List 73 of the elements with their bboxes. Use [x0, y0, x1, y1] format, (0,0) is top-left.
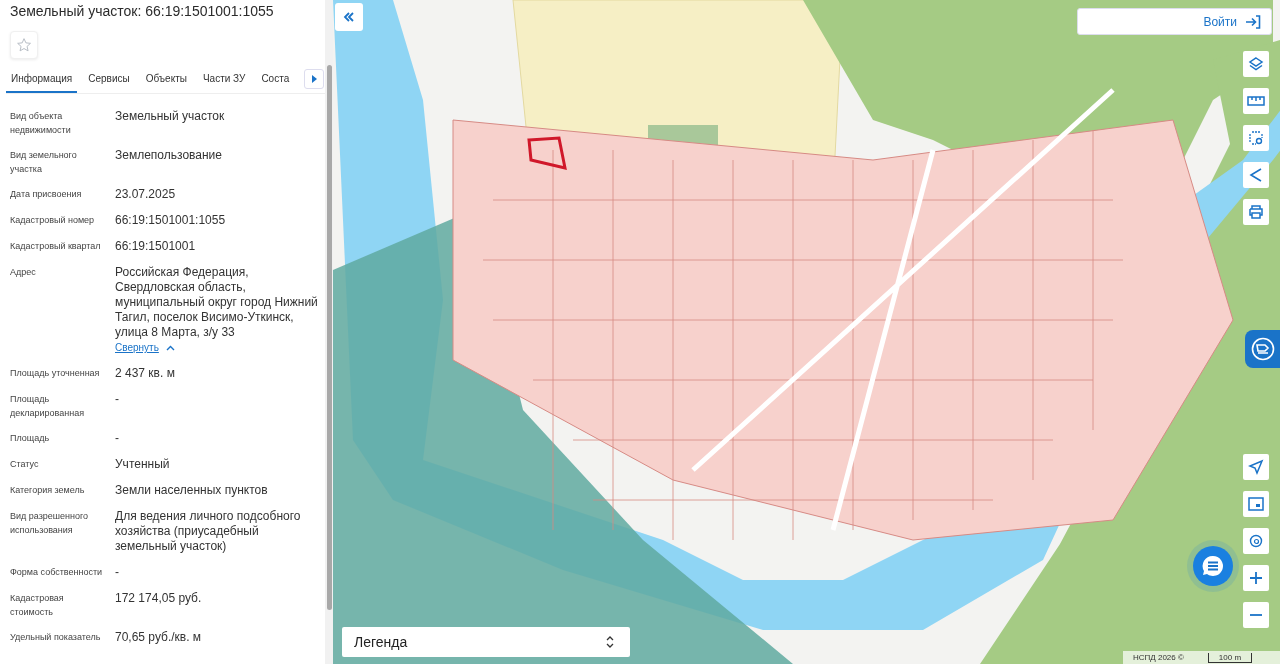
tab[interactable]: Сервисы — [83, 67, 135, 93]
ruler-button[interactable] — [1243, 88, 1269, 114]
share-button[interactable] — [1243, 162, 1269, 188]
chevron-up-icon — [165, 344, 175, 351]
scale-bar: 100 m — [1207, 652, 1253, 663]
tab[interactable]: Информация — [6, 67, 78, 93]
locate-button[interactable] — [1243, 454, 1269, 480]
chat-bubble-icon — [1201, 554, 1225, 578]
side-panel-button[interactable] — [1245, 330, 1280, 368]
field-value: Землепользование — [115, 148, 223, 163]
double-chevron-left-icon — [342, 10, 356, 24]
zoom-out-button[interactable] — [1243, 602, 1269, 628]
field-value: 66:19:1501001 — [115, 239, 197, 254]
scrollbar[interactable] — [325, 0, 333, 664]
field-label: Удельный показатель — [10, 631, 102, 644]
layers-icon — [1248, 56, 1264, 72]
field-label: Категория земель — [10, 484, 86, 497]
field-label: Кадастровый квартал — [10, 240, 102, 253]
field-value: 23.07.2025 — [115, 187, 177, 202]
field-value: 66:19:1501001:1055 — [115, 213, 227, 228]
sort-arrows-icon — [606, 635, 614, 649]
field-value: - — [115, 431, 120, 446]
field-value: 172 174,05 руб. — [115, 591, 203, 606]
field-label: Кадастровый номер — [10, 214, 96, 227]
field-value: 2 437 кв. м — [115, 366, 176, 381]
navigation-arrow-icon — [1248, 459, 1264, 475]
window-icon — [1248, 497, 1264, 511]
field-value: Российская Федерация, Свердловская область, муниципальный округ город Нижний Тагил, поселок Висимо-Уткинск, улица 8 Марта, з/у 33 — [115, 265, 319, 340]
field-label: Форма собственности — [10, 566, 104, 579]
location-search-icon — [1249, 534, 1263, 548]
print-icon — [1248, 205, 1264, 219]
field-label: Кадастровая стоимость — [10, 592, 65, 619]
tabs-scroll-button[interactable] — [304, 69, 324, 89]
login-icon — [1245, 14, 1261, 29]
attribution-text: НСПД 2026 © — [1133, 653, 1184, 662]
map-stack-icon — [1250, 337, 1275, 361]
field-label: Площадь уточненная — [10, 367, 101, 380]
field-value: 70,65 руб./кв. м — [115, 630, 203, 645]
tab[interactable]: Соста — [256, 67, 295, 93]
field-label: Вид объекта недвижимости — [10, 110, 72, 137]
field-label: Площадь — [10, 432, 51, 445]
tab[interactable]: Части ЗУ — [197, 67, 251, 93]
minimap-button[interactable] — [1243, 491, 1269, 517]
collapse-link[interactable]: Свернуть — [115, 340, 175, 355]
panel-title: Земельный участок: 66:19:1501001:1055 — [10, 3, 275, 21]
field-label: Дата присвоения — [10, 188, 83, 201]
field-label: Площадь декларированная — [10, 393, 86, 420]
field-label: Статус — [10, 458, 40, 471]
field-value: - — [115, 392, 120, 407]
minus-icon — [1249, 613, 1263, 617]
layers-button[interactable] — [1243, 51, 1269, 77]
print-button[interactable] — [1243, 199, 1269, 225]
caret-icon — [311, 75, 317, 83]
field-value: Земельный участок — [115, 109, 226, 124]
login-button[interactable]: Войти — [1077, 8, 1272, 35]
field-value: Учтенный — [115, 457, 171, 472]
plus-icon — [1249, 571, 1263, 585]
collapse-panel-button[interactable] — [335, 3, 363, 31]
zoom-in-button[interactable] — [1243, 565, 1269, 591]
ruler-icon — [1247, 96, 1265, 106]
field-label: Адрес — [10, 266, 37, 279]
field-label: Вид земельного участка — [10, 149, 78, 176]
field-value: - — [115, 565, 120, 580]
star-icon — [16, 37, 32, 53]
legend-dropdown[interactable]: Легенда — [342, 627, 630, 657]
field-value: Земли населенных пунктов — [115, 483, 269, 498]
search-location-button[interactable] — [1243, 528, 1269, 554]
field-label: Вид разрешенного использования — [10, 510, 90, 537]
area-search-icon — [1248, 130, 1264, 146]
field-value: Для ведения личного подсобного хозяйства (приусадебный земельный участок) — [115, 509, 302, 554]
tab[interactable]: Объекты — [140, 67, 192, 93]
share-icon — [1249, 167, 1263, 183]
area-select-button[interactable] — [1243, 125, 1269, 151]
